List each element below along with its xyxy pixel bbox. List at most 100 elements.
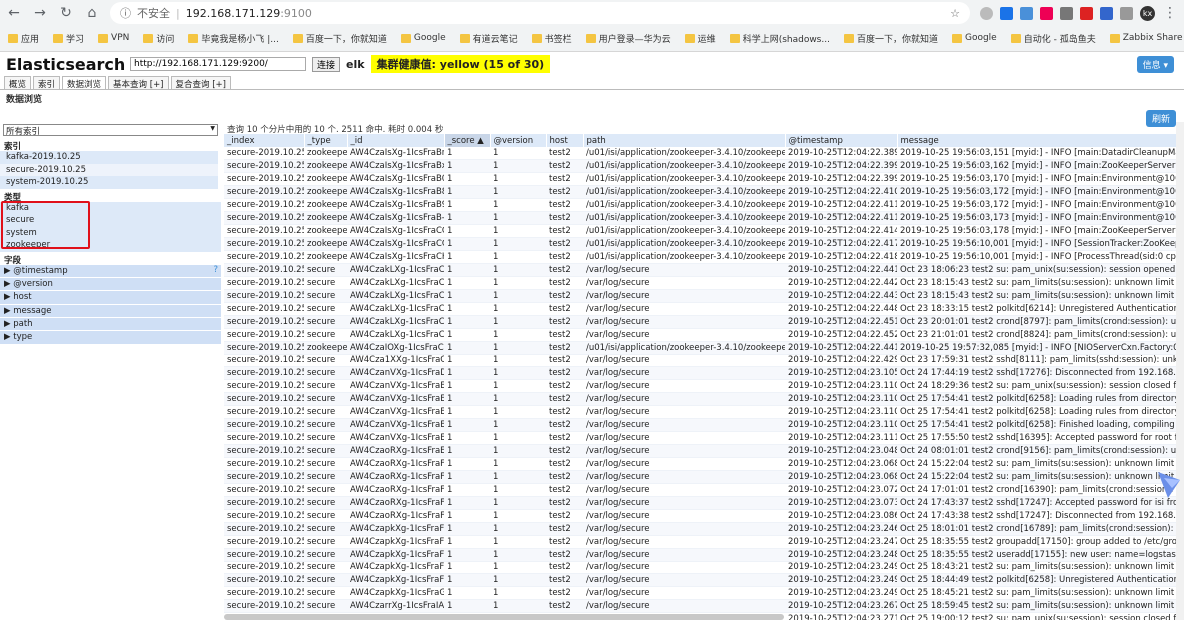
column-header[interactable]: message xyxy=(897,134,1184,147)
connect-button[interactable]: 连接 xyxy=(312,56,341,72)
table-row[interactable]: secure-2019.10.25 secure AW4CzaoRXg-1IcsFr… xyxy=(224,470,1184,484)
extension-icon[interactable] xyxy=(1020,6,1033,20)
index-select[interactable]: 所有索引 xyxy=(3,124,218,137)
bookmark-item[interactable]: 书签栏 xyxy=(531,32,572,45)
connect-url-input[interactable] xyxy=(130,57,306,71)
table-row[interactable]: secure-2019.10.25secureAW4CzarrXg-1IcsFr… xyxy=(224,599,1184,614)
back-icon[interactable]: ← xyxy=(6,5,22,21)
bookmark-item[interactable]: Google xyxy=(400,33,446,43)
table-row[interactable]: secure-2019.10.25 secure AW4CzapkXg-1IcsFr… xyxy=(224,573,1184,588)
bookmark-item[interactable]: 应用 xyxy=(8,32,39,45)
table-row[interactable]: secure-2019.10.25 secure AW4CzakLXg-1IcsFr… xyxy=(224,315,1184,329)
table-row[interactable]: secure-2019.10.25 zookeeper AW4CzaIsXg-1Ic… xyxy=(224,159,1184,174)
table-row[interactable]: secure-2019.10.25 secure AW4CzakLXg-1IcsFr… xyxy=(224,328,1184,342)
help-icon[interactable]: ? xyxy=(213,265,218,275)
column-header[interactable]: _score ▲ xyxy=(444,134,491,147)
forward-icon[interactable]: → xyxy=(32,5,48,21)
menu-icon[interactable]: ⋮ xyxy=(1162,5,1178,21)
tab-browser[interactable]: 数据浏览 xyxy=(62,76,107,90)
bookmark-item[interactable]: 访问 xyxy=(143,32,174,45)
vertical-scrollbar[interactable] xyxy=(1176,122,1184,620)
bookmark-item[interactable]: 毕竟我是杨小飞 |... xyxy=(188,32,279,45)
table-row[interactable]: secure-2019.10.25 secure AW4CzapkXg-1IcsFr… xyxy=(224,548,1184,562)
home-icon[interactable]: ⌂ xyxy=(84,5,100,21)
column-header[interactable]: @version xyxy=(490,134,547,147)
column-header[interactable]: host xyxy=(546,134,584,147)
field-item[interactable]: ▶ path xyxy=(0,318,221,332)
extension-icon[interactable] xyxy=(980,6,993,20)
column-header[interactable]: _id xyxy=(347,134,445,147)
table-row[interactable]: secure-2019.10.25 secure AW4CzaoRXg-1IcsFr… xyxy=(224,457,1184,471)
table-row[interactable]: secure-2019.10.25 zookeeper AW4CzaIsXg-1Ic… xyxy=(224,172,1184,187)
table-row[interactable]: secure-2019.10.25 zookeeper AW4CzaIsXg-1Ic… xyxy=(224,250,1184,264)
extension-icon[interactable] xyxy=(1080,6,1093,20)
table-row[interactable]: secure-2019.10.25 zookeeper AW4CzaIOXg-1Ic… xyxy=(224,341,1184,355)
bookmark-item[interactable]: 科学上网(shadows... xyxy=(729,32,830,45)
field-item[interactable]: ▶ type xyxy=(0,331,221,345)
table-row[interactable]: secure-2019.10.25 secure AW4CzapkXg-1IcsFr… xyxy=(224,586,1184,601)
table-cell: AW4CzakLXg-1IcsFraCk xyxy=(347,315,444,329)
column-header[interactable]: _type xyxy=(304,134,348,147)
table-row[interactable]: secure-2019.10.25 zookeeper AW4CzaIsXg-1Ic… xyxy=(224,185,1184,200)
table-row[interactable]: secure-2019.10.25 secure AW4CzanVXg-1IcsFr… xyxy=(224,379,1184,394)
bookmark-item[interactable]: 学习 xyxy=(53,32,84,45)
index-item[interactable]: system-2019.10.25 xyxy=(0,176,218,189)
index-item[interactable]: secure-2019.10.25 xyxy=(0,163,218,176)
tab-overview[interactable]: 概览 xyxy=(4,76,32,90)
table-row[interactable]: secure-2019.10.25 secure AW4CzakLXg-1IcsFr… xyxy=(224,302,1184,316)
extension-icon[interactable] xyxy=(1000,6,1013,20)
field-item[interactable]: ▶ @timestamp? xyxy=(0,264,221,278)
field-item[interactable]: ▶ @version xyxy=(0,277,221,292)
table-row[interactable]: secure-2019.10.25 secure AW4CzapkXg-1IcsFr… xyxy=(224,522,1184,536)
reload-icon[interactable]: ↻ xyxy=(58,5,74,21)
index-item[interactable]: kafka-2019.10.25 xyxy=(0,151,218,164)
extension-icon[interactable] xyxy=(1100,6,1113,20)
field-item[interactable]: ▶ host xyxy=(0,291,221,305)
bookmark-item[interactable]: 运维 xyxy=(684,32,716,45)
star-icon[interactable]: ☆ xyxy=(950,7,960,20)
column-header[interactable]: path xyxy=(583,134,786,147)
table-row[interactable]: secure-2019.10.25 secure AW4CzanVXg-1IcsFr… xyxy=(224,431,1184,446)
column-header[interactable]: _index xyxy=(224,134,305,147)
tab-compound-query[interactable]: 复合查询 [+] xyxy=(170,76,231,90)
address-bar[interactable]: ⓘ 不安全 | 192.168.171.129:9100 ☆ xyxy=(110,2,970,24)
table-row[interactable]: secure-2019.10.25 zookeeper AW4CzaIsXg-1Ic… xyxy=(224,211,1184,226)
table-row[interactable]: secure-2019.10.25 secure AW4CzakLXg-1IcsFr… xyxy=(224,276,1184,290)
bookmark-item[interactable]: 有道云笔记 xyxy=(459,32,518,45)
table-row[interactable]: secure-2019.10.25 secure AW4CzanVXg-1IcsFr… xyxy=(224,392,1184,407)
bookmark-item[interactable]: Google xyxy=(951,33,997,43)
tab-basic-query[interactable]: 基本查询 [+] xyxy=(108,76,169,90)
extension-icon[interactable] xyxy=(1120,6,1133,20)
table-row[interactable]: secure-2019.10.25 secure AW4CzakLXg-1IcsFr… xyxy=(224,289,1184,303)
bookmark-item[interactable]: 自动化 - 孤岛鱼夫 xyxy=(1010,32,1096,45)
horizontal-scrollbar[interactable] xyxy=(224,614,784,620)
table-row[interactable]: secure-2019.10.25 zookeeper AW4CzaIsXg-1Ic… xyxy=(224,147,1184,161)
table-row[interactable]: secure-2019.10.25 secure AW4Cza1XXg-1IcsFr… xyxy=(224,354,1184,368)
table-row[interactable]: secure-2019.10.25 secure AW4CzaoRXg-1IcsFr… xyxy=(224,496,1184,510)
table-row[interactable]: secure-2019.10.25 secure AW4CzanVXg-1IcsFr… xyxy=(224,418,1184,433)
field-item[interactable]: ▶ message xyxy=(0,304,221,319)
extension-icon[interactable] xyxy=(1040,6,1053,20)
tab-indices[interactable]: 索引 xyxy=(33,76,61,90)
profile-avatar[interactable]: kx xyxy=(1140,5,1155,21)
extension-icon[interactable] xyxy=(1060,6,1073,20)
info-icon[interactable]: ⓘ xyxy=(120,5,131,21)
table-row[interactable]: secure-2019.10.25 secure AW4CzanVXg-1IcsFr… xyxy=(224,405,1184,420)
bookmark-item[interactable]: 用户登录—华为云 xyxy=(585,32,671,45)
bookmark-item[interactable]: VPN xyxy=(98,33,129,43)
table-row[interactable]: secure-2019.10.25 secure AW4CzakLXg-1IcsFr… xyxy=(224,263,1184,277)
table-row[interactable]: secure-2019.10.25 secure AW4CzanVXg-1IcsFr… xyxy=(224,366,1184,381)
bookmark-item[interactable]: Zabbix Share - Dir... xyxy=(1109,33,1184,43)
table-row[interactable]: secure-2019.10.25 secure AW4CzapkXg-1IcsFr… xyxy=(224,535,1184,549)
table-row[interactable]: secure-2019.10.25 secure AW4CzaoRXg-1IcsFr… xyxy=(224,483,1184,497)
info-dropdown-button[interactable]: 信息 ▾ xyxy=(1136,56,1174,73)
table-row[interactable]: secure-2019.10.25 secure AW4CzaoRXg-1IcsFr… xyxy=(224,509,1184,523)
bookmark-item[interactable]: 百度一下，你就知道 xyxy=(292,32,387,45)
table-row[interactable]: secure-2019.10.25 secure AW4CzapkXg-1IcsFr… xyxy=(224,561,1184,575)
table-row[interactable]: secure-2019.10.25 zookeeper AW4CzaIsXg-1Ic… xyxy=(224,224,1184,239)
bookmark-item[interactable]: 百度一下，你就知道 xyxy=(843,32,938,45)
table-row[interactable]: secure-2019.10.25 zookeeper AW4CzaIsXg-1Ic… xyxy=(224,198,1184,213)
table-row[interactable]: secure-2019.10.25 secure AW4CzaoRXg-1IcsFr… xyxy=(224,444,1184,458)
column-header[interactable]: @timestamp xyxy=(785,134,898,147)
table-row[interactable]: secure-2019.10.25 zookeeper AW4CzaIsXg-1Ic… xyxy=(224,237,1184,251)
